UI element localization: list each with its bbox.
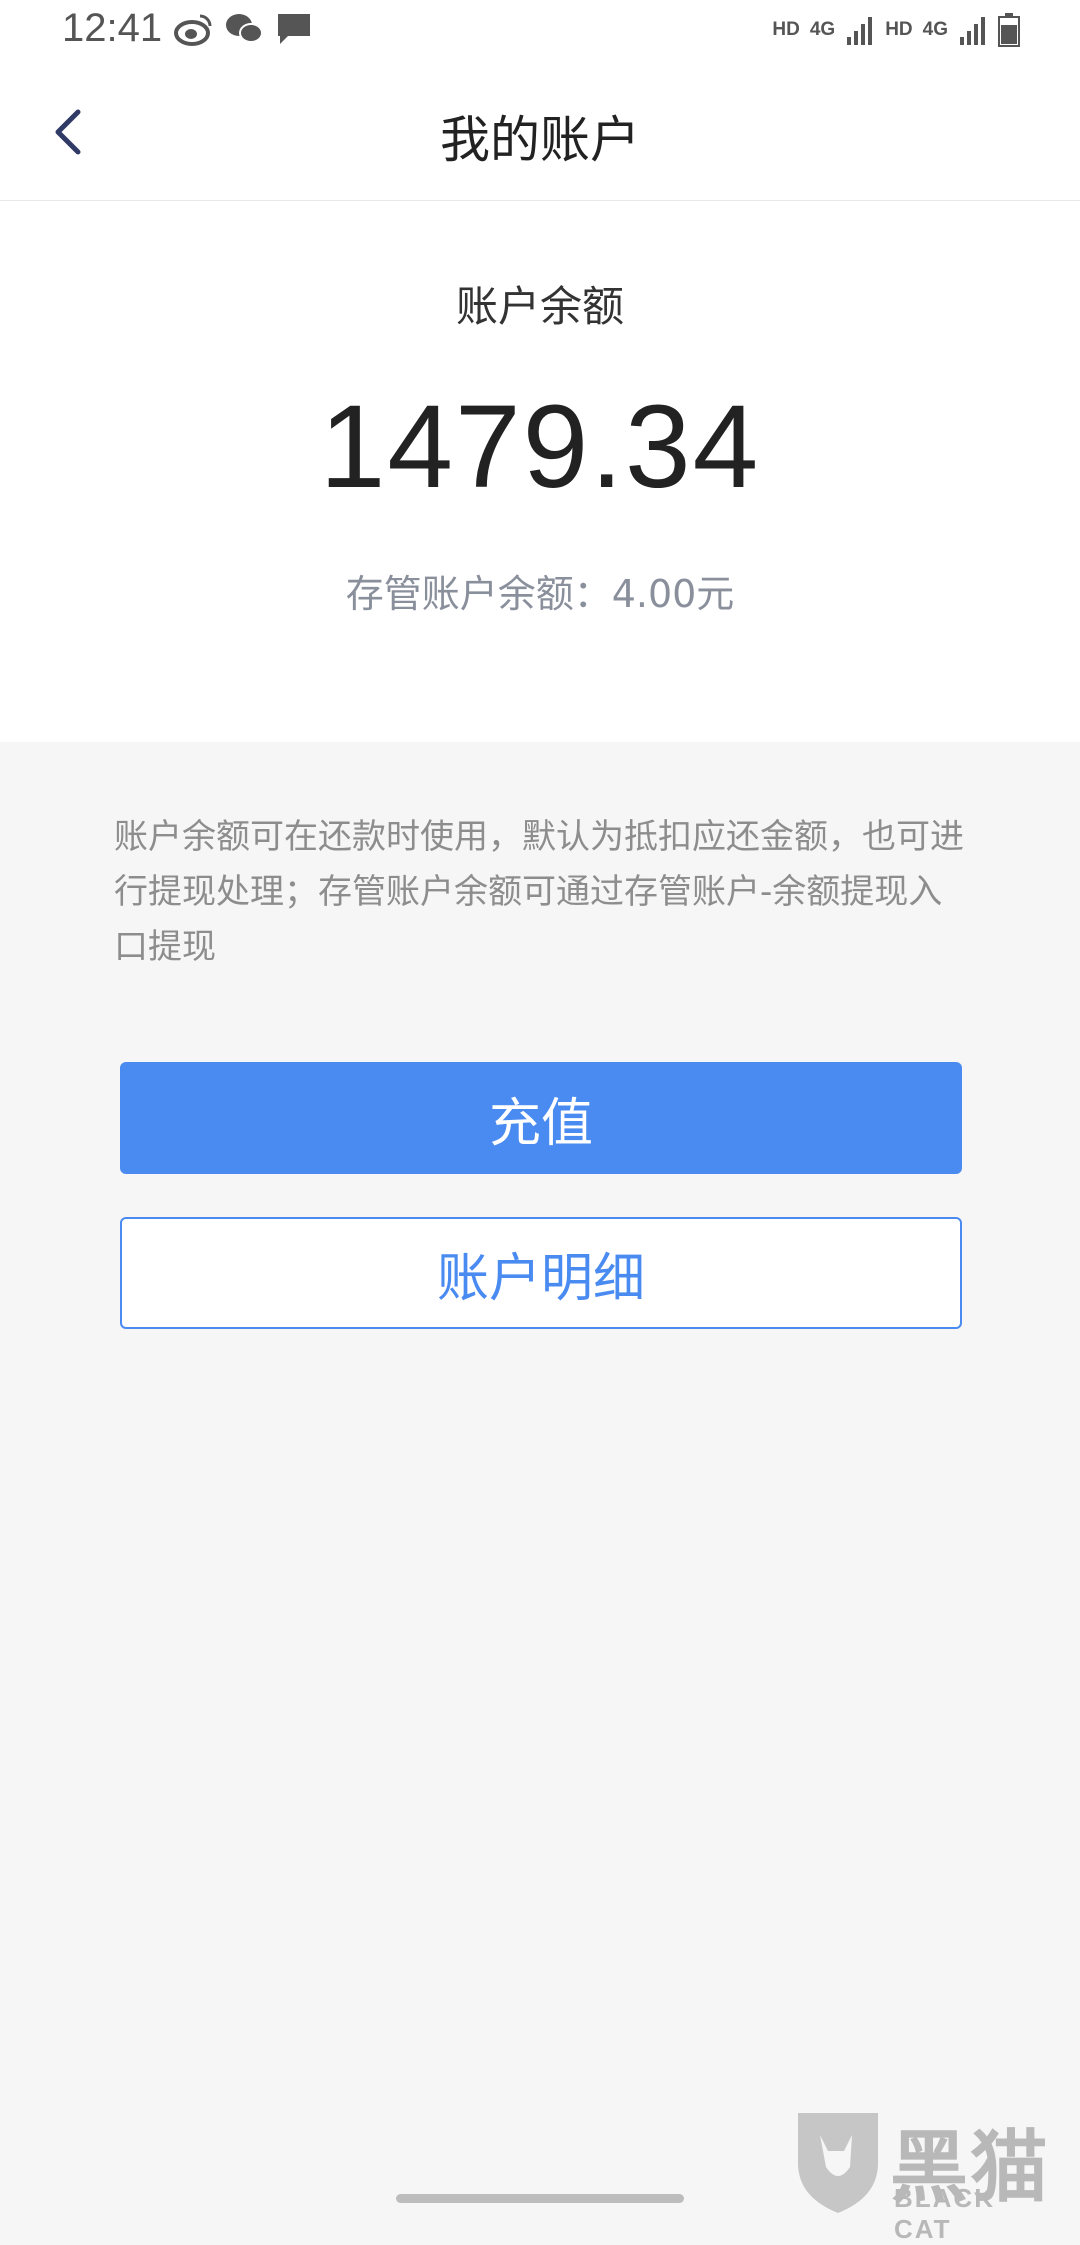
home-indicator[interactable] <box>396 2194 684 2203</box>
escrow-balance: 存管账户余额：4.00元 <box>345 572 735 616</box>
recharge-button[interactable]: 充值 <box>120 1062 962 1174</box>
network-type-label: 4G <box>809 19 836 40</box>
app-header: 我的账户 <box>0 64 1080 201</box>
message-icon <box>278 14 310 44</box>
balance-card: 账户余额 1479.34 存管账户余额：4.00元 <box>0 201 1080 742</box>
status-time: 12:41 <box>62 6 163 50</box>
network-type-label-2: 4G <box>922 19 948 40</box>
account-details-button[interactable]: 账户明细 <box>120 1217 962 1329</box>
page-title: 我的账户 <box>440 111 640 169</box>
weibo-icon <box>174 14 212 46</box>
balance-note: 账户余额可在还款时使用，默认为抵扣应还金额，也可进行提现处理；存管账户余额可通过… <box>114 817 964 967</box>
hd-label-2: HD <box>885 19 913 40</box>
signal-icon <box>847 17 873 45</box>
wechat-icon <box>226 14 263 43</box>
watermark: 黑猫 BLACK CAT <box>790 2105 1060 2244</box>
status-right: HD 4G HD 4G <box>772 10 1020 50</box>
balance-label: 账户余额 <box>455 282 624 331</box>
balance-amount: 1479.34 <box>319 381 761 513</box>
signal-icon-2 <box>960 17 985 45</box>
status-bar: 12:41 HD 4G HD 4G <box>0 0 1080 64</box>
battery-icon <box>998 13 1020 47</box>
watermark-sub: BLACK CAT <box>894 2183 995 2244</box>
hd-label: HD <box>772 19 800 40</box>
cat-shield-icon <box>798 2113 878 2213</box>
